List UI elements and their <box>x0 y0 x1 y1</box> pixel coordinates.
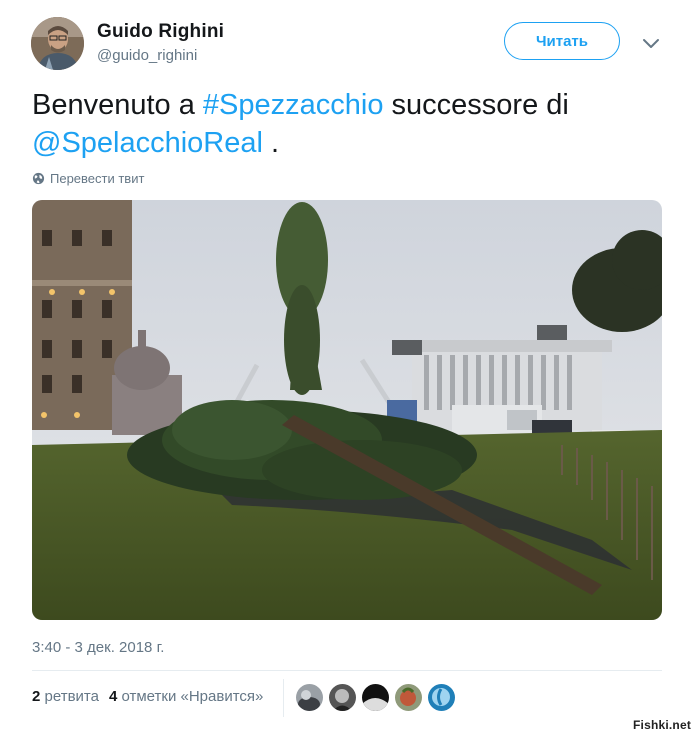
liker-avatar-image <box>329 684 356 711</box>
tweet-text-part: . <box>262 127 280 159</box>
tweet-timestamp[interactable]: 3:40 - 3 дек. 2018 г. <box>32 639 164 656</box>
author-avatar-image <box>31 17 84 70</box>
tweet-photo[interactable] <box>32 200 662 620</box>
liker-avatar-image <box>296 684 323 711</box>
tweet-text: Benvenuto a #Spezzacchio successore di @… <box>32 86 662 162</box>
liker-avatar-image <box>428 684 455 711</box>
mention-link[interactable]: @SpelacchioReal <box>32 127 263 159</box>
follow-button[interactable]: Читать <box>504 22 620 60</box>
liker-avatar[interactable] <box>296 684 323 711</box>
likes-stat[interactable]: 4 отметки «Нравится» <box>109 688 263 705</box>
stats-separator <box>283 679 284 717</box>
likes-label: отметки «Нравится» <box>121 688 264 705</box>
liker-avatar-image <box>395 684 422 711</box>
retweets-count: 2 <box>32 688 41 705</box>
tweet-text-part: Benvenuto a <box>32 89 203 121</box>
chevron-down-icon[interactable] <box>641 36 661 50</box>
tweet-photo-image <box>32 200 662 620</box>
translate-tweet-link[interactable]: Перевести твит <box>32 171 144 186</box>
divider <box>32 670 662 671</box>
liker-avatar[interactable] <box>329 684 356 711</box>
liker-avatar[interactable] <box>428 684 455 711</box>
retweets-label: ретвита <box>44 688 99 705</box>
likes-count: 4 <box>108 688 118 705</box>
tweet-stats: 2 ретвита 4 отметки «Нравится» <box>32 688 263 705</box>
author-handle[interactable]: @guido_righini <box>97 47 197 64</box>
retweets-stat[interactable]: 2 ретвита <box>32 688 99 705</box>
hashtag-link[interactable]: #Spezzacchio <box>203 89 384 121</box>
author-avatar[interactable] <box>31 17 84 70</box>
watermark-logo: Fishki.net <box>633 718 692 732</box>
liker-avatar-image <box>362 684 389 711</box>
liker-avatar[interactable] <box>395 684 422 711</box>
liker-avatar[interactable] <box>362 684 389 711</box>
tweet-text-part: successore di <box>383 89 569 121</box>
globe-icon <box>32 172 45 185</box>
author-name[interactable]: Guido Righini <box>97 21 224 43</box>
likers-avatars <box>296 684 455 711</box>
translate-label: Перевести твит <box>50 171 145 186</box>
